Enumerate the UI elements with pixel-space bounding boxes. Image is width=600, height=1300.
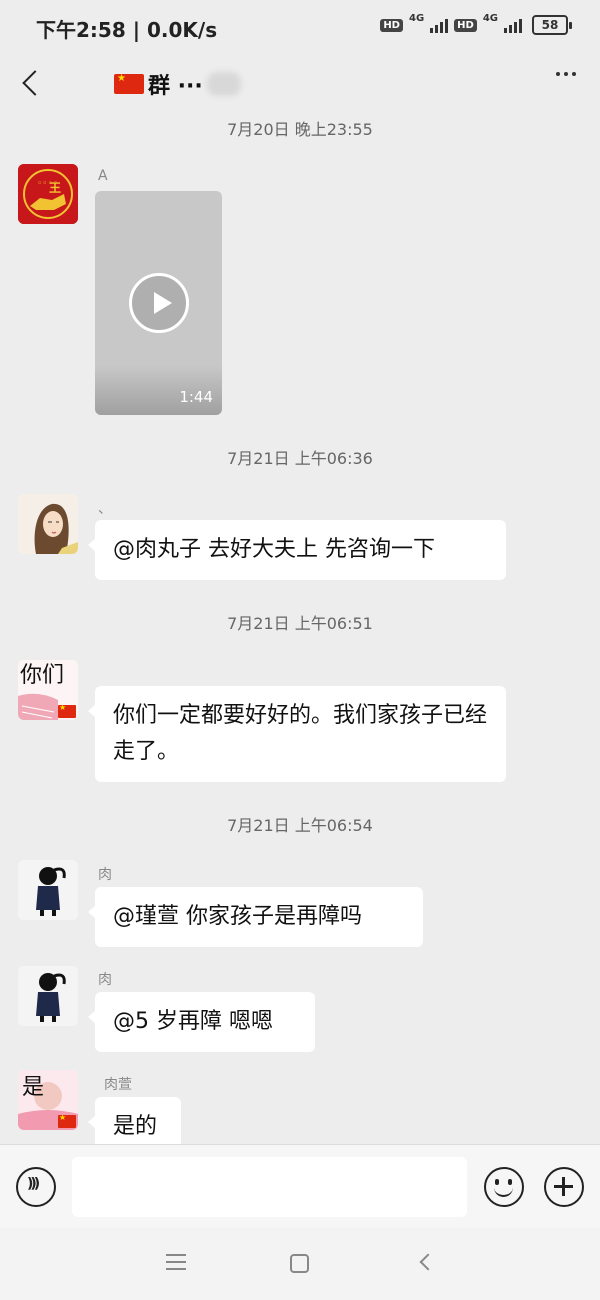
sender-name: A [98,168,108,184]
signal-icon [430,17,449,33]
message-timestamp: 7月21日 上午06:51 [227,614,373,633]
chat-title: 群 ··· [114,68,241,100]
text-message[interactable]: @肉丸子 去好大夫上 先咨询一下 [88,520,506,580]
input-bar [0,1144,600,1228]
chat-list[interactable]: 7月20日 晚上23:55 ◦◦◦◦ 王 A 1:44 7月21日 上午06:3… [0,114,600,1144]
status-icons: HD 4G HD 4G 58 [380,13,572,35]
message-timestamp: 7月21日 上午06:36 [227,449,373,468]
avatar-text: 是 [22,1075,45,1100]
text-message[interactable]: @瑾萱 你家孩子是再障吗 [88,887,423,947]
system-nav-bar [0,1228,600,1300]
avatar[interactable]: ◦◦◦◦ 王 [18,164,78,224]
china-flag-icon [114,73,144,94]
network-type: 4G [408,13,425,24]
avatar[interactable]: 是 [18,1070,78,1130]
signal-icon [504,17,522,33]
emoji-icon[interactable] [484,1167,524,1207]
sender-name: 肉 [98,972,112,988]
sender-name: 肉 [98,867,112,883]
avatar[interactable]: 你们 [18,660,78,720]
text-message[interactable]: 是的 [88,1097,181,1144]
avatar[interactable] [18,860,78,920]
menu-icon[interactable] [166,1254,186,1272]
sender-name: 肉萱 [104,1077,132,1093]
avatar[interactable] [18,966,78,1026]
network-type: 4G [482,13,498,24]
status-bar: 下午2:58 | 0.0K/s HD 4G HD 4G 58 [0,0,600,56]
hd-badge: HD [380,18,403,32]
status-time: 下午2:58 | 0.0K/s [36,18,218,42]
back-button[interactable] [14,64,50,100]
avatar[interactable] [18,494,78,554]
hd-badge: HD [454,18,477,32]
chat-header: 群 ··· [0,56,600,114]
voice-input-icon[interactable] [16,1167,56,1207]
back-nav-icon[interactable] [419,1253,437,1271]
message-timestamp: 7月20日 晚上23:55 [227,120,373,139]
redaction-smudge [206,72,241,96]
chat-title-text: 群 ··· [148,74,203,99]
avatar-text: 你们 [20,663,65,688]
text-message[interactable]: @5 岁再障 嗯嗯 [88,992,315,1052]
svg-text:王: 王 [49,181,61,195]
china-flag-icon [58,1113,76,1128]
play-icon[interactable] [129,273,189,333]
video-message[interactable]: 1:44 [95,191,222,415]
video-duration: 1:44 [179,388,213,406]
china-flag-icon [58,703,76,718]
plus-icon[interactable] [544,1167,584,1207]
text-message[interactable]: 你们一定都要好好的。我们家孩子已经走了。 [88,686,506,782]
sender-name: 、 [98,501,112,517]
message-timestamp: 7月21日 上午06:54 [227,816,373,835]
more-options-button[interactable] [556,72,576,76]
message-input[interactable] [72,1157,467,1217]
battery-icon: 58 [532,15,572,35]
home-icon[interactable] [290,1254,309,1273]
